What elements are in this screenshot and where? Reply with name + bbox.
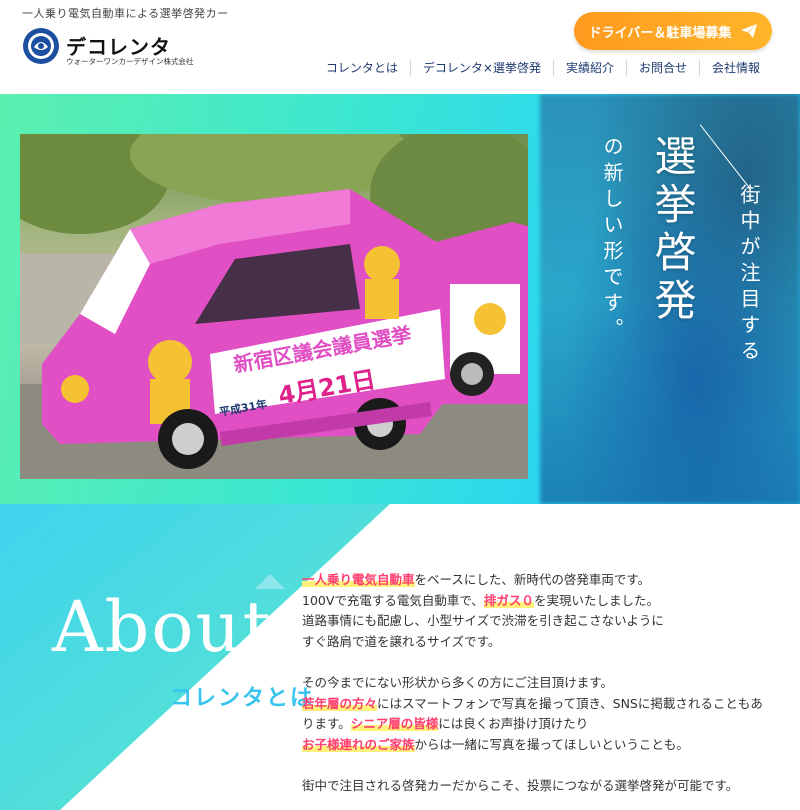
- about-title: About: [52, 586, 273, 668]
- cta-label: ドライバー＆駐車場募集: [588, 25, 732, 41]
- highlight-text: 一人乗り電気自動車: [302, 572, 415, 587]
- site-tagline: 一人乗り電気自動車による選挙啓発カー: [22, 7, 229, 20]
- body-text: ります。: [302, 716, 351, 731]
- hero-subcopy-new-form: の新しい形です。: [600, 136, 624, 344]
- about-paragraph: 一人乗り電気自動車をベースにした、新時代の啓発車両です。 100Vで充電する電気自…: [302, 570, 792, 652]
- site-header: 一人乗り電気自動車による選挙啓発カー デコレンタ ウォーターワンカーデザイン株式…: [0, 0, 800, 94]
- body-text: にはスマートフォンで写真を撮って頂き、SNSに掲載されることもあ: [377, 695, 763, 711]
- hero-subcopy-attention: 街中が注目する: [737, 184, 761, 366]
- main-nav: コレンタとは デコレンタ×選挙啓発 実績紹介 お問合せ 会社情報: [314, 60, 772, 76]
- paper-plane-icon: [741, 24, 758, 38]
- highlight-text: お子様連れのご家族: [302, 736, 415, 752]
- car-illustration: 新宿区議会議員選挙 4月21日 平成31年: [20, 134, 528, 479]
- body-text: すぐ路肩で道を譲れるサイズです。: [302, 633, 501, 649]
- body-text: をベースにした、新時代の啓発車両です。: [414, 572, 651, 587]
- hero-section: 新宿区議会議員選挙 4月21日 平成31年 の新しい形です。 選挙啓発 街中が注…: [0, 94, 800, 504]
- body-text: 道路事情にも配慮し、小型サイズで渋滞を引き起こさないように: [302, 613, 664, 628]
- highlight-text: 若年層の方々: [302, 695, 378, 711]
- body-text: を実現いたしました。: [533, 592, 659, 608]
- nav-company[interactable]: 会社情報: [698, 60, 772, 76]
- hero-main-copy: 選挙啓発: [648, 134, 697, 326]
- body-text: その今までにない形状から多くの方にご注目頂けます。: [302, 675, 614, 690]
- highlight-text: シニア層の皆様: [350, 716, 439, 731]
- about-section: About コレンタとは 一人乗り電気自動車をベースにした、新時代の啓発車両です…: [0, 504, 800, 810]
- nav-election[interactable]: デコレンタ×選挙啓発: [409, 60, 553, 76]
- highlight-text: 排ガス０: [483, 592, 534, 608]
- nav-contact[interactable]: お問合せ: [625, 60, 699, 76]
- body-text: からは一緒に写真を撮ってほしいということも。: [414, 736, 689, 752]
- site-logo[interactable]: デコレンタ ウォーターワンカーデザイン株式会社: [22, 27, 212, 67]
- nav-about[interactable]: コレンタとは: [314, 60, 410, 76]
- about-paragraph: 街中で注目される啓発カーだからこそ、投票につながる選挙啓発が可能です。: [302, 776, 792, 797]
- body-text: 100Vで充電する電気自動車で、: [302, 592, 484, 608]
- driver-recruit-button[interactable]: ドライバー＆駐車場募集: [574, 12, 772, 50]
- logo-company: ウォーターワンカーデザイン株式会社: [66, 57, 194, 66]
- about-description: 一人乗り電気自動車をベースにした、新時代の啓発車両です。 100Vで充電する電気自…: [302, 570, 792, 810]
- body-text: 街中で注目される啓発カーだからこそ、投票につながる選挙啓発が可能です。: [302, 778, 739, 793]
- about-paragraph: その今までにない形状から多くの方にご注目頂けます。 若年層の方々にはスマートフォン…: [302, 673, 792, 755]
- body-text: には良くお声掛け頂けたり: [438, 716, 589, 731]
- logo-mark-icon: [23, 28, 59, 64]
- nav-works[interactable]: 実績紹介: [552, 60, 626, 76]
- hero-car-photo: 新宿区議会議員選挙 4月21日 平成31年: [20, 134, 528, 479]
- about-subtitle: コレンタとは: [170, 686, 315, 711]
